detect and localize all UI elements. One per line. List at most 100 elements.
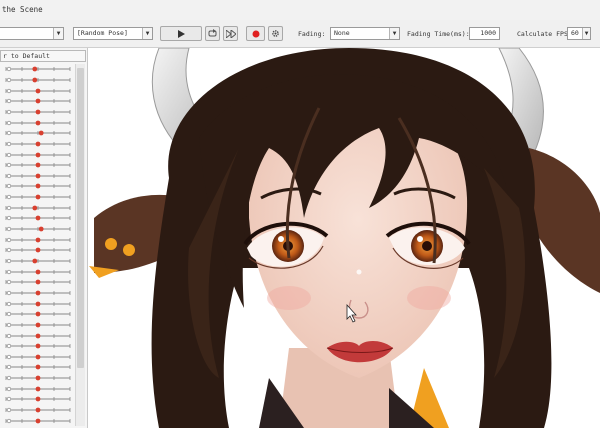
- loop-icon: [208, 29, 217, 37]
- scene-title: the Scene: [2, 5, 43, 14]
- gear-icon: [272, 30, 279, 37]
- parameter-slider[interactable]: [5, 333, 71, 339]
- slider-knob[interactable]: [35, 194, 41, 200]
- parameter-slider[interactable]: [5, 173, 71, 179]
- parameter-slider[interactable]: [5, 279, 71, 285]
- pose-select-value: [Random Pose]: [77, 29, 128, 37]
- play-icon: [178, 29, 185, 38]
- slider-knob[interactable]: [35, 354, 41, 360]
- slider-knob[interactable]: [35, 364, 41, 370]
- parameter-slider[interactable]: [5, 226, 71, 232]
- slider-knob[interactable]: [35, 152, 41, 158]
- parameter-panel: r to Default: [0, 48, 88, 428]
- toolbar: ▼ [Random Pose] ▼ Fading: None ▼ Fading …: [0, 20, 600, 48]
- parameter-slider[interactable]: [5, 98, 71, 104]
- slider-knob[interactable]: [35, 343, 41, 349]
- model-viewport[interactable]: [89, 48, 600, 428]
- slider-knob[interactable]: [35, 311, 41, 317]
- reset-to-default-button[interactable]: r to Default: [0, 50, 86, 62]
- parameter-slider[interactable]: [5, 237, 71, 243]
- parameter-slider[interactable]: [5, 205, 71, 211]
- parameter-slider[interactable]: [5, 396, 71, 402]
- slider-knob[interactable]: [35, 301, 41, 307]
- slider-knob[interactable]: [35, 183, 41, 189]
- slider-knob[interactable]: [35, 386, 41, 392]
- slider-knob[interactable]: [38, 226, 44, 232]
- slider-knob[interactable]: [35, 290, 41, 296]
- slider-knob[interactable]: [35, 120, 41, 126]
- slider-knob[interactable]: [32, 205, 38, 211]
- slider-knob[interactable]: [32, 66, 38, 72]
- parameter-slider[interactable]: [5, 354, 71, 360]
- slider-knob[interactable]: [32, 77, 38, 83]
- slider-knob[interactable]: [35, 333, 41, 339]
- slider-knob[interactable]: [35, 215, 41, 221]
- fading-select[interactable]: None ▼: [330, 27, 400, 40]
- parameter-slider[interactable]: [5, 88, 71, 94]
- slider-knob[interactable]: [38, 130, 44, 136]
- slider-knob[interactable]: [35, 162, 41, 168]
- slider-knob[interactable]: [35, 109, 41, 115]
- skip-forward-icon: [225, 29, 236, 38]
- slider-knob[interactable]: [35, 418, 41, 424]
- panel-scrollbar[interactable]: [75, 64, 85, 426]
- parameter-slider[interactable]: [5, 386, 71, 392]
- fading-time-label: Fading Time(ms):: [407, 30, 470, 38]
- chevron-down-icon: ▼: [389, 28, 399, 39]
- parameter-slider[interactable]: [5, 215, 71, 221]
- parameter-slider[interactable]: [5, 77, 71, 83]
- parameter-slider[interactable]: [5, 364, 71, 370]
- slider-knob[interactable]: [35, 173, 41, 179]
- slider-knob[interactable]: [32, 258, 38, 264]
- parameter-slider[interactable]: [5, 301, 71, 307]
- parameter-slider[interactable]: [5, 141, 71, 147]
- parameter-slider[interactable]: [5, 120, 71, 126]
- parameter-slider[interactable]: [5, 66, 71, 72]
- parameter-slider[interactable]: [5, 109, 71, 115]
- parameter-slider[interactable]: [5, 343, 71, 349]
- title-strip: the Scene: [0, 0, 600, 20]
- skip-forward-button[interactable]: [223, 26, 238, 41]
- fps-select[interactable]: 60 ▼: [567, 27, 591, 40]
- slider-knob[interactable]: [35, 88, 41, 94]
- chevron-down-icon: ▼: [142, 28, 152, 39]
- parameter-slider[interactable]: [5, 290, 71, 296]
- motion-group-select[interactable]: ▼: [0, 27, 64, 40]
- scrollbar-thumb[interactable]: [77, 68, 84, 368]
- fps-label: Calculate FPS: [517, 30, 568, 38]
- slider-knob[interactable]: [35, 141, 41, 147]
- parameter-slider[interactable]: [5, 130, 71, 136]
- parameter-slider[interactable]: [5, 152, 71, 158]
- parameter-slider[interactable]: [5, 194, 71, 200]
- pose-select[interactable]: [Random Pose] ▼: [73, 27, 153, 40]
- slider-knob[interactable]: [35, 237, 41, 243]
- loop-button[interactable]: [205, 26, 220, 41]
- parameter-slider-list: [0, 64, 74, 426]
- slider-knob[interactable]: [35, 98, 41, 104]
- parameter-slider[interactable]: [5, 375, 71, 381]
- parameter-slider[interactable]: [5, 258, 71, 264]
- parameter-slider[interactable]: [5, 311, 71, 317]
- slider-knob[interactable]: [35, 247, 41, 253]
- parameter-slider[interactable]: [5, 247, 71, 253]
- play-button[interactable]: [160, 26, 202, 41]
- slider-knob[interactable]: [35, 396, 41, 402]
- parameter-slider[interactable]: [5, 162, 71, 168]
- chevron-down-icon: ▼: [53, 28, 63, 39]
- slider-knob[interactable]: [35, 375, 41, 381]
- slider-knob[interactable]: [35, 322, 41, 328]
- fading-time-input[interactable]: 1000: [469, 27, 500, 40]
- chevron-down-icon: ▼: [582, 28, 590, 39]
- record-button[interactable]: [246, 26, 265, 41]
- slider-knob[interactable]: [35, 269, 41, 275]
- parameter-slider[interactable]: [5, 183, 71, 189]
- slider-knob[interactable]: [35, 279, 41, 285]
- parameter-slider[interactable]: [5, 407, 71, 413]
- slider-knob[interactable]: [35, 407, 41, 413]
- parameter-slider[interactable]: [5, 269, 71, 275]
- parameter-slider[interactable]: [5, 322, 71, 328]
- settings-button[interactable]: [268, 26, 283, 41]
- parameter-slider[interactable]: [5, 418, 71, 424]
- parameter-sliders[interactable]: [0, 64, 74, 426]
- fading-select-value: None: [334, 29, 350, 37]
